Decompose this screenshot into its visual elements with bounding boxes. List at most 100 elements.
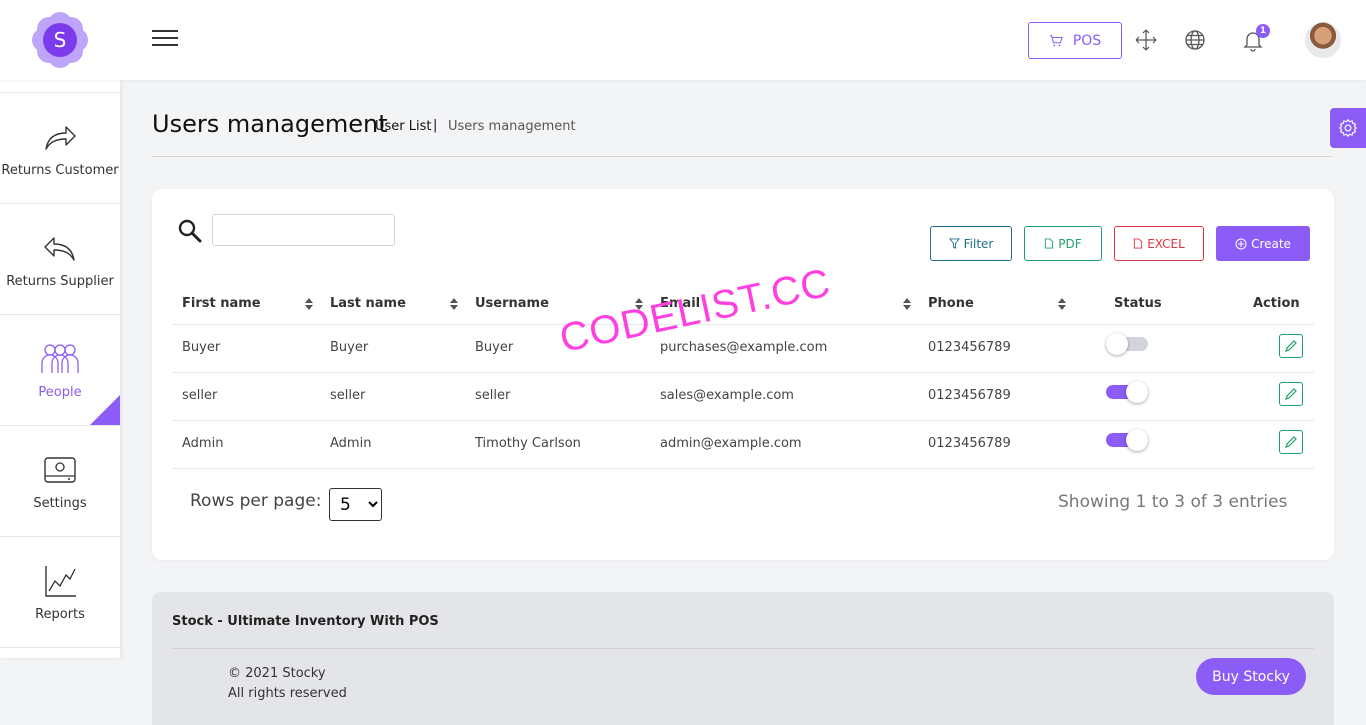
- status-toggle[interactable]: [1106, 381, 1148, 403]
- sidebar-item-label: Returns Customer: [1, 162, 119, 178]
- cell-last-name: Buyer: [330, 340, 369, 355]
- cell-last-name: seller: [330, 388, 366, 403]
- pencil-icon: [1285, 436, 1297, 448]
- column-header-username[interactable]: Username: [475, 296, 549, 311]
- sidebar-item-reports[interactable]: Reports: [0, 536, 120, 647]
- cell-email: admin@example.com: [660, 436, 802, 451]
- sort-icon[interactable]: [902, 297, 912, 311]
- menu-toggle-icon[interactable]: [152, 30, 178, 50]
- sidebar-item-settings[interactable]: Settings: [0, 425, 120, 536]
- customizer-button[interactable]: [1330, 108, 1366, 148]
- globe-icon[interactable]: [1183, 28, 1207, 52]
- cell-email: sales@example.com: [660, 388, 794, 403]
- footer-rights: All rights reserved: [228, 686, 347, 701]
- edit-button[interactable]: [1279, 334, 1303, 358]
- buy-button[interactable]: Buy Stocky: [1196, 658, 1306, 695]
- sidebar-item-returns-supplier[interactable]: Returns Supplier: [0, 203, 120, 314]
- top-header: S POS 1: [0, 0, 1366, 80]
- status-toggle[interactable]: [1106, 429, 1148, 451]
- sidebar-item-label: Returns Supplier: [6, 273, 114, 289]
- pdf-label: PDF: [1058, 236, 1082, 251]
- filter-icon: [948, 238, 960, 249]
- sort-icon[interactable]: [449, 297, 459, 311]
- breadcrumb-separator: |: [433, 118, 438, 133]
- cell-first-name: Admin: [182, 436, 224, 451]
- create-button[interactable]: Create: [1216, 226, 1310, 261]
- sidebar-item-returns-customer[interactable]: Returns Customer: [0, 92, 120, 203]
- notification-badge: 1: [1256, 24, 1270, 38]
- status-toggle[interactable]: [1106, 333, 1148, 355]
- table-divider: [172, 372, 1314, 373]
- page-title: Users management: [152, 110, 388, 138]
- users-table-card: Filter PDF EXCEL Create First name Last …: [152, 189, 1334, 560]
- edit-button[interactable]: [1279, 430, 1303, 454]
- pencil-icon: [1285, 340, 1297, 352]
- column-header-status: Status: [1114, 296, 1162, 311]
- cell-username: Buyer: [475, 340, 514, 355]
- footer: Stock - Ultimate Inventory With POS © 20…: [152, 592, 1334, 725]
- chart-icon: [45, 565, 76, 597]
- active-indicator: [90, 395, 120, 425]
- sidebar-item-people[interactable]: People: [0, 314, 120, 425]
- logo-icon[interactable]: S: [32, 12, 88, 68]
- settings-drive-icon: [44, 456, 76, 483]
- people-icon: [41, 343, 79, 373]
- file-icon: [1134, 238, 1143, 249]
- edit-button[interactable]: [1279, 382, 1303, 406]
- breadcrumb-user-list[interactable]: User List: [375, 119, 432, 134]
- table-divider: [172, 468, 1314, 469]
- cell-username: Timothy Carlson: [475, 436, 581, 451]
- create-label: Create: [1251, 236, 1291, 251]
- search-icon: [178, 219, 202, 243]
- cell-phone: 0123456789: [928, 436, 1011, 451]
- cell-last-name: Admin: [330, 436, 372, 451]
- sort-icon[interactable]: [1057, 297, 1067, 311]
- column-header-phone[interactable]: Phone: [928, 296, 974, 311]
- excel-button[interactable]: EXCEL: [1114, 226, 1204, 261]
- filter-label: Filter: [963, 236, 994, 251]
- sidebar-item-label: People: [38, 384, 82, 400]
- table-divider: [172, 420, 1314, 421]
- sidebar-item-label: Settings: [33, 495, 87, 511]
- cell-username: seller: [475, 388, 511, 403]
- reply-arrow-icon: [44, 236, 75, 261]
- fullscreen-arrows-icon[interactable]: [1134, 28, 1158, 52]
- return-arrow-icon: [45, 125, 76, 150]
- pencil-icon: [1285, 388, 1297, 400]
- cell-phone: 0123456789: [928, 388, 1011, 403]
- cell-first-name: Buyer: [182, 340, 221, 355]
- table-divider: [172, 324, 1314, 325]
- pos-button[interactable]: POS: [1028, 22, 1122, 59]
- gear-icon: [1339, 119, 1357, 137]
- cell-first-name: seller: [182, 388, 218, 403]
- sidebar: Returns Customer Returns Supplier People…: [0, 80, 120, 658]
- file-icon: [1045, 238, 1054, 249]
- pos-label: POS: [1072, 32, 1102, 49]
- sort-icon[interactable]: [304, 297, 314, 311]
- sidebar-divider: [0, 647, 120, 648]
- footer-divider: [172, 648, 1314, 649]
- footer-title: Stock - Ultimate Inventory With POS: [172, 614, 439, 629]
- search-input[interactable]: [212, 214, 395, 246]
- logo-letter: S: [54, 28, 67, 52]
- avatar[interactable]: [1305, 22, 1341, 58]
- rows-per-page-select[interactable]: 5: [329, 488, 382, 521]
- footer-copyright: © 2021 Stocky: [228, 666, 326, 681]
- header-divider: [152, 156, 1333, 157]
- sort-icon[interactable]: [634, 297, 644, 311]
- cell-phone: 0123456789: [928, 340, 1011, 355]
- cell-email: purchases@example.com: [660, 340, 828, 355]
- pdf-button[interactable]: PDF: [1024, 226, 1102, 261]
- sidebar-item-label: Reports: [35, 606, 85, 622]
- rows-per-page-label: Rows per page:: [190, 491, 322, 511]
- column-header-first-name[interactable]: First name: [182, 296, 261, 311]
- column-header-email[interactable]: Email: [660, 296, 700, 311]
- column-header-action: Action: [1253, 296, 1300, 311]
- column-header-last-name[interactable]: Last name: [330, 296, 406, 311]
- breadcrumb-current: Users management: [448, 119, 576, 134]
- excel-label: EXCEL: [1147, 236, 1185, 251]
- add-circle-icon: [1235, 238, 1247, 249]
- filter-button[interactable]: Filter: [930, 226, 1012, 261]
- entries-summary: Showing 1 to 3 of 3 entries: [1058, 492, 1288, 512]
- cart-icon: [1049, 34, 1063, 46]
